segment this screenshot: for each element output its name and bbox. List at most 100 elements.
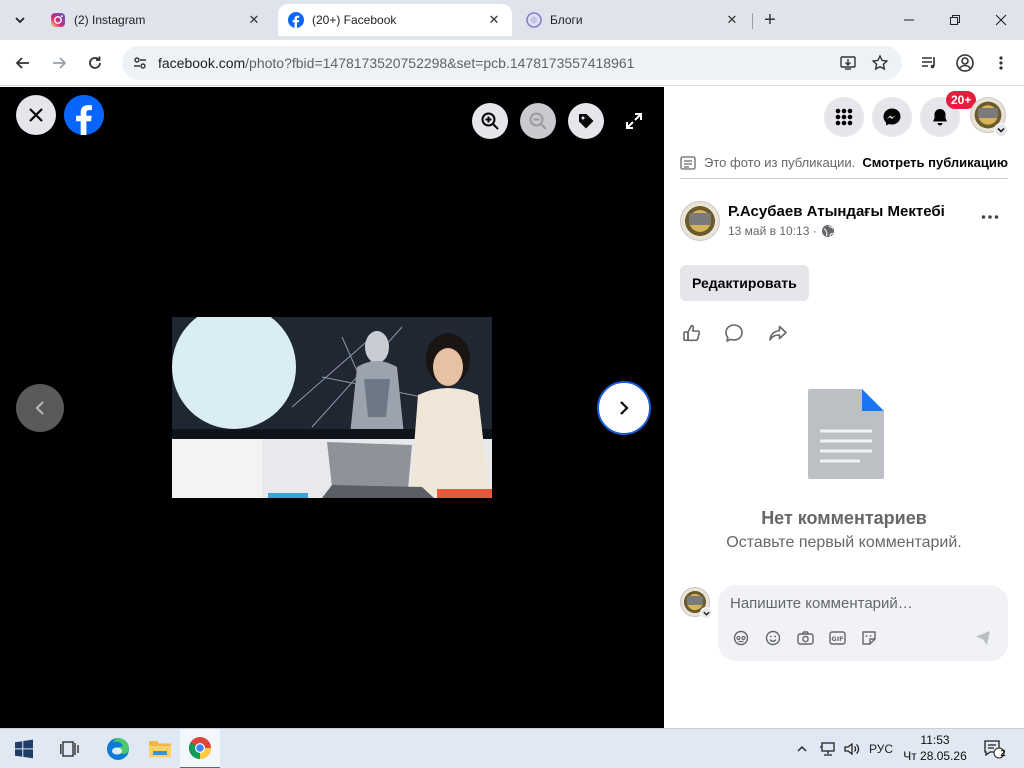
install-app-button[interactable]	[834, 49, 862, 77]
media-control-button[interactable]	[914, 48, 944, 78]
install-icon	[840, 56, 856, 70]
reload-button[interactable]	[80, 48, 110, 78]
messenger-button[interactable]	[872, 97, 912, 137]
edge-button[interactable]	[98, 729, 138, 768]
notification-center-button[interactable]: 2	[980, 729, 1008, 768]
post-timestamp[interactable]: 13 май в 10:13 ·	[728, 224, 835, 238]
blog-site-icon	[526, 12, 542, 28]
profile-button[interactable]	[950, 48, 980, 78]
windows-taskbar: РУС 11:53 Чт 28.05.26 2	[0, 728, 1024, 768]
edge-icon	[107, 738, 129, 760]
close-viewer-button[interactable]	[16, 95, 56, 135]
facebook-home-link[interactable]	[64, 95, 104, 135]
tab-blogs[interactable]: Блоги ✕	[516, 4, 750, 36]
tab-instagram[interactable]: (2) Instagram ✕	[40, 4, 272, 36]
fullscreen-button[interactable]	[616, 103, 652, 139]
author-avatar[interactable]	[680, 201, 720, 241]
commenter-switch-chevron[interactable]	[700, 607, 712, 619]
emoji-button[interactable]	[764, 629, 782, 647]
tab-title: Блоги	[550, 13, 583, 27]
minimize-button[interactable]	[886, 0, 932, 40]
arrow-left-icon	[15, 57, 29, 69]
comment-input[interactable]	[730, 593, 990, 613]
notification-count: 2	[1000, 748, 1006, 758]
post-time-text: 13 май в 10:13 ·	[728, 224, 817, 238]
task-view-icon	[60, 741, 79, 757]
chevron-up-icon	[797, 746, 807, 752]
clock[interactable]: 11:53 Чт 28.05.26	[896, 732, 974, 764]
forward-button[interactable]	[44, 48, 74, 78]
start-button[interactable]	[4, 729, 44, 768]
post-options-button[interactable]	[978, 205, 1002, 229]
grid-menu-icon	[835, 108, 853, 126]
menu-button[interactable]	[824, 97, 864, 137]
browser-menu-button[interactable]	[986, 48, 1016, 78]
chrome-button[interactable]	[180, 729, 220, 768]
previous-photo-button[interactable]	[16, 384, 64, 432]
file-explorer-button[interactable]	[140, 729, 180, 768]
account-menu-chevron[interactable]	[994, 123, 1008, 137]
photo-attach-button[interactable]	[796, 629, 814, 647]
zoom-out-button[interactable]	[520, 103, 556, 139]
like-button[interactable]	[680, 321, 704, 345]
close-icon	[29, 108, 43, 122]
bell-icon	[933, 109, 947, 126]
minimize-icon	[904, 19, 914, 21]
tab-facebook[interactable]: (20+) Facebook ✕	[278, 4, 512, 36]
globe-icon	[821, 225, 834, 237]
address-bar[interactable]: facebook.com/photo?fbid=1478173520752298…	[122, 46, 902, 80]
facebook-logo-icon	[64, 95, 104, 135]
plus-icon: +	[764, 8, 776, 31]
url-text[interactable]: facebook.com/photo?fbid=1478173520752298…	[158, 55, 634, 71]
clock-date: Чт 28.05.26	[903, 749, 967, 763]
tune-icon	[134, 57, 146, 69]
bookmark-button[interactable]	[866, 49, 894, 77]
no-comments-title: Нет комментариев	[761, 508, 927, 528]
language-indicator[interactable]: РУС	[866, 729, 896, 768]
volume-button[interactable]	[840, 729, 864, 768]
sticker-button[interactable]	[860, 629, 878, 647]
avatar-sticker-button[interactable]	[732, 629, 750, 647]
restore-button[interactable]	[932, 0, 978, 40]
chevron-down-icon	[15, 17, 25, 24]
tab-search-button[interactable]	[6, 6, 34, 34]
instagram-icon	[51, 13, 65, 27]
zoom-in-icon	[481, 112, 499, 130]
profile-icon	[956, 54, 974, 72]
browser-toolbar: facebook.com/photo?fbid=1478173520752298…	[0, 40, 1024, 86]
edit-button[interactable]: Редактировать	[680, 265, 809, 301]
new-tab-button[interactable]: +	[756, 6, 784, 34]
no-comments-subtitle: Оставьте первый комментарий.	[726, 534, 962, 551]
tag-icon	[579, 114, 594, 129]
camera-icon	[796, 631, 814, 645]
comment-composer[interactable]: GIF	[718, 585, 1008, 661]
svg-text:GIF: GIF	[831, 635, 843, 643]
browser-tab-strip: (2) Instagram ✕ (20+) Facebook ✕ Блоги ✕…	[0, 0, 1024, 40]
site-settings-button[interactable]	[126, 49, 154, 77]
gif-button[interactable]: GIF	[828, 629, 846, 647]
emoji-icon	[765, 630, 781, 646]
back-button[interactable]	[8, 48, 38, 78]
task-view-button[interactable]	[50, 729, 90, 768]
send-comment-button[interactable]	[974, 629, 992, 647]
close-icon	[995, 14, 1007, 26]
clock-time: 11:53	[920, 733, 950, 747]
see-post-link[interactable]: Смотреть публикацию	[862, 155, 1008, 170]
show-hidden-icons-button[interactable]	[792, 729, 812, 768]
zoom-in-button[interactable]	[472, 103, 508, 139]
close-window-button[interactable]	[978, 0, 1024, 40]
photo-from-post-bar: Это фото из публикации. Смотреть публика…	[680, 153, 1008, 179]
comment-button[interactable]	[722, 321, 746, 345]
author-name[interactable]: Р.Асубаев Атындағы Мектебі	[728, 203, 945, 220]
close-icon[interactable]: ✕	[246, 12, 262, 28]
tab-separator	[752, 13, 753, 29]
chevron-down-icon	[997, 128, 1005, 133]
windows-logo-icon	[15, 739, 33, 759]
next-photo-button[interactable]	[597, 381, 651, 435]
close-icon[interactable]: ✕	[486, 12, 502, 28]
share-button[interactable]	[766, 321, 790, 345]
close-icon[interactable]: ✕	[724, 12, 740, 28]
network-button[interactable]	[816, 729, 840, 768]
tag-photo-button[interactable]	[568, 103, 604, 139]
star-icon	[871, 54, 889, 71]
